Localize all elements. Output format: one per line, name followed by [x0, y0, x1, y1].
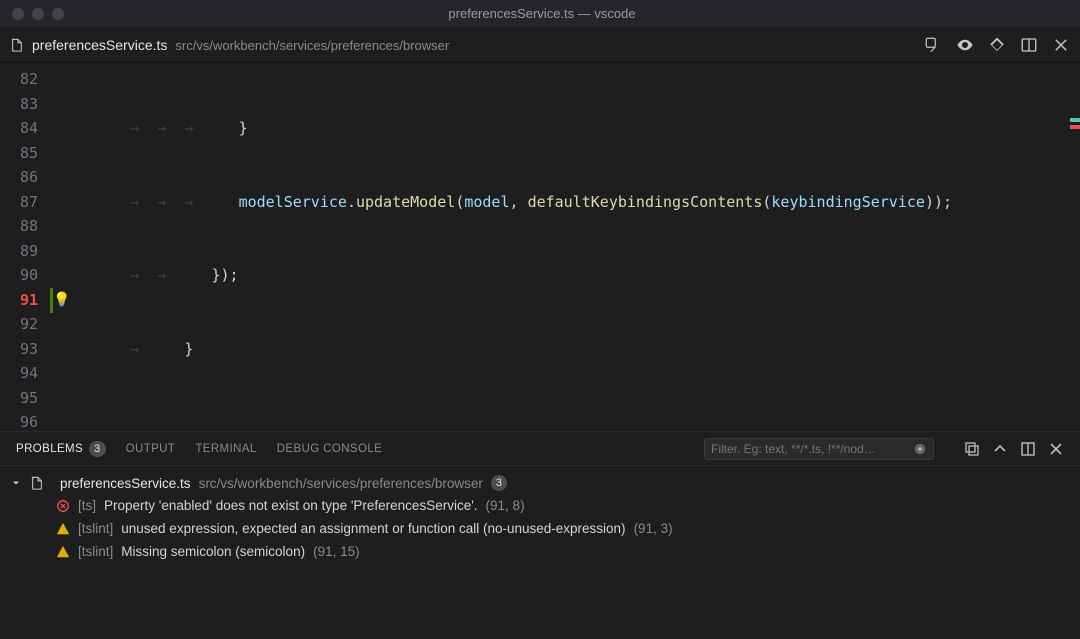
problem-source: [tslint]	[78, 544, 113, 559]
problem-message: unused expression, expected an assignmen…	[121, 521, 625, 536]
glyph-margin: 💡	[48, 63, 76, 431]
file-path: src/vs/workbench/services/preferences/br…	[199, 476, 483, 491]
problems-tree[interactable]: preferencesService.ts src/vs/workbench/s…	[0, 466, 1080, 639]
tab-output[interactable]: Output	[126, 443, 176, 455]
minimap-mark	[1070, 118, 1080, 122]
tab-debug-console[interactable]: Debug Console	[277, 443, 383, 455]
problem-location: (91, 3)	[634, 521, 673, 536]
warning-icon	[56, 545, 70, 559]
problem-item[interactable]: [tslint] unused expression, expected an …	[0, 517, 1080, 540]
error-icon	[56, 499, 70, 513]
code: ));	[925, 190, 952, 215]
file-icon	[30, 476, 44, 490]
code: model	[464, 190, 509, 215]
tab-problems[interactable]: Problems 3	[16, 441, 106, 457]
panel-layout-icon[interactable]	[1020, 441, 1036, 457]
eye-icon[interactable]	[956, 36, 974, 54]
window-titlebar: preferencesService.ts — vscode	[0, 0, 1080, 28]
ln: 86	[0, 165, 48, 190]
problem-location: (91, 8)	[486, 498, 525, 513]
code: keybindingService	[771, 190, 925, 215]
panel-up-icon[interactable]	[992, 441, 1008, 457]
file-name: preferencesService.ts	[60, 476, 191, 491]
editor-content[interactable]: → → → } → → → modelService.updateModel(m…	[76, 63, 1080, 431]
ln: 83	[0, 92, 48, 117]
git-added-decoration	[50, 288, 53, 313]
problem-location: (91, 15)	[313, 544, 360, 559]
minimize-dot[interactable]	[32, 8, 44, 20]
window-controls	[0, 8, 64, 20]
file-problem-count: 3	[491, 475, 507, 491]
problem-message: Property 'enabled' does not exist on typ…	[104, 498, 478, 513]
minimap-error	[1070, 125, 1080, 129]
close-icon[interactable]	[1052, 36, 1070, 54]
tab-filename[interactable]: preferencesService.ts	[32, 37, 167, 53]
ln: 95	[0, 386, 48, 411]
tab-label: Problems	[16, 443, 83, 455]
ln: 89	[0, 239, 48, 264]
problem-item[interactable]: [ts] Property 'enabled' does not exist o…	[0, 494, 1080, 517]
ln: 92	[0, 312, 48, 337]
ln: 87	[0, 190, 48, 215]
code: defaultKeybindingsContents	[528, 190, 763, 215]
code: }	[184, 337, 193, 362]
problem-source: [ts]	[78, 498, 96, 513]
tab-terminal[interactable]: Terminal	[195, 443, 256, 455]
warning-icon	[56, 522, 70, 536]
window-title: preferencesService.ts — vscode	[64, 6, 1020, 21]
ln: 82	[0, 67, 48, 92]
source-control-icon[interactable]	[988, 36, 1006, 54]
ln-error: 91	[0, 288, 48, 313]
zoom-dot[interactable]	[52, 8, 64, 20]
lightbulb-icon[interactable]: 💡	[53, 288, 70, 313]
problems-count-badge: 3	[89, 441, 106, 457]
editor[interactable]: 82 83 84 85 86 87 88 89 90 91 92 93 94 9…	[0, 63, 1080, 431]
code: }	[239, 116, 248, 141]
problem-source: [tslint]	[78, 521, 113, 536]
collapse-all-icon[interactable]	[964, 441, 980, 457]
tab-path: src/vs/workbench/services/preferences/br…	[175, 38, 449, 53]
ln: 84	[0, 116, 48, 141]
ln: 94	[0, 361, 48, 386]
line-number-gutter: 82 83 84 85 86 87 88 89 90 91 92 93 94 9…	[0, 63, 48, 431]
problem-message: Missing semicolon (semicolon)	[121, 544, 305, 559]
ln: 90	[0, 263, 48, 288]
code: modelService	[239, 190, 347, 215]
file-icon	[10, 38, 24, 52]
chevron-down-icon	[10, 477, 22, 489]
panel-close-icon[interactable]	[1048, 441, 1064, 457]
go-to-symbol-icon[interactable]	[924, 36, 942, 54]
panel-tabs: Problems 3 Output Terminal Debug Console	[0, 432, 1080, 466]
filter-input[interactable]	[711, 442, 907, 456]
split-editor-icon[interactable]	[1020, 36, 1038, 54]
code: updateModel	[356, 190, 455, 215]
ln: 96	[0, 410, 48, 431]
editor-tabbar: preferencesService.ts src/vs/workbench/s…	[0, 28, 1080, 63]
close-dot[interactable]	[12, 8, 24, 20]
problem-item[interactable]: [tslint] Missing semicolon (semicolon) (…	[0, 540, 1080, 563]
code: });	[211, 263, 238, 288]
ln: 93	[0, 337, 48, 362]
problems-file-row[interactable]: preferencesService.ts src/vs/workbench/s…	[0, 472, 1080, 494]
problems-filter[interactable]	[704, 438, 934, 460]
filter-settings-icon[interactable]	[913, 442, 927, 456]
problems-panel: Problems 3 Output Terminal Debug Console…	[0, 431, 1080, 639]
ln: 88	[0, 214, 48, 239]
ln: 85	[0, 141, 48, 166]
